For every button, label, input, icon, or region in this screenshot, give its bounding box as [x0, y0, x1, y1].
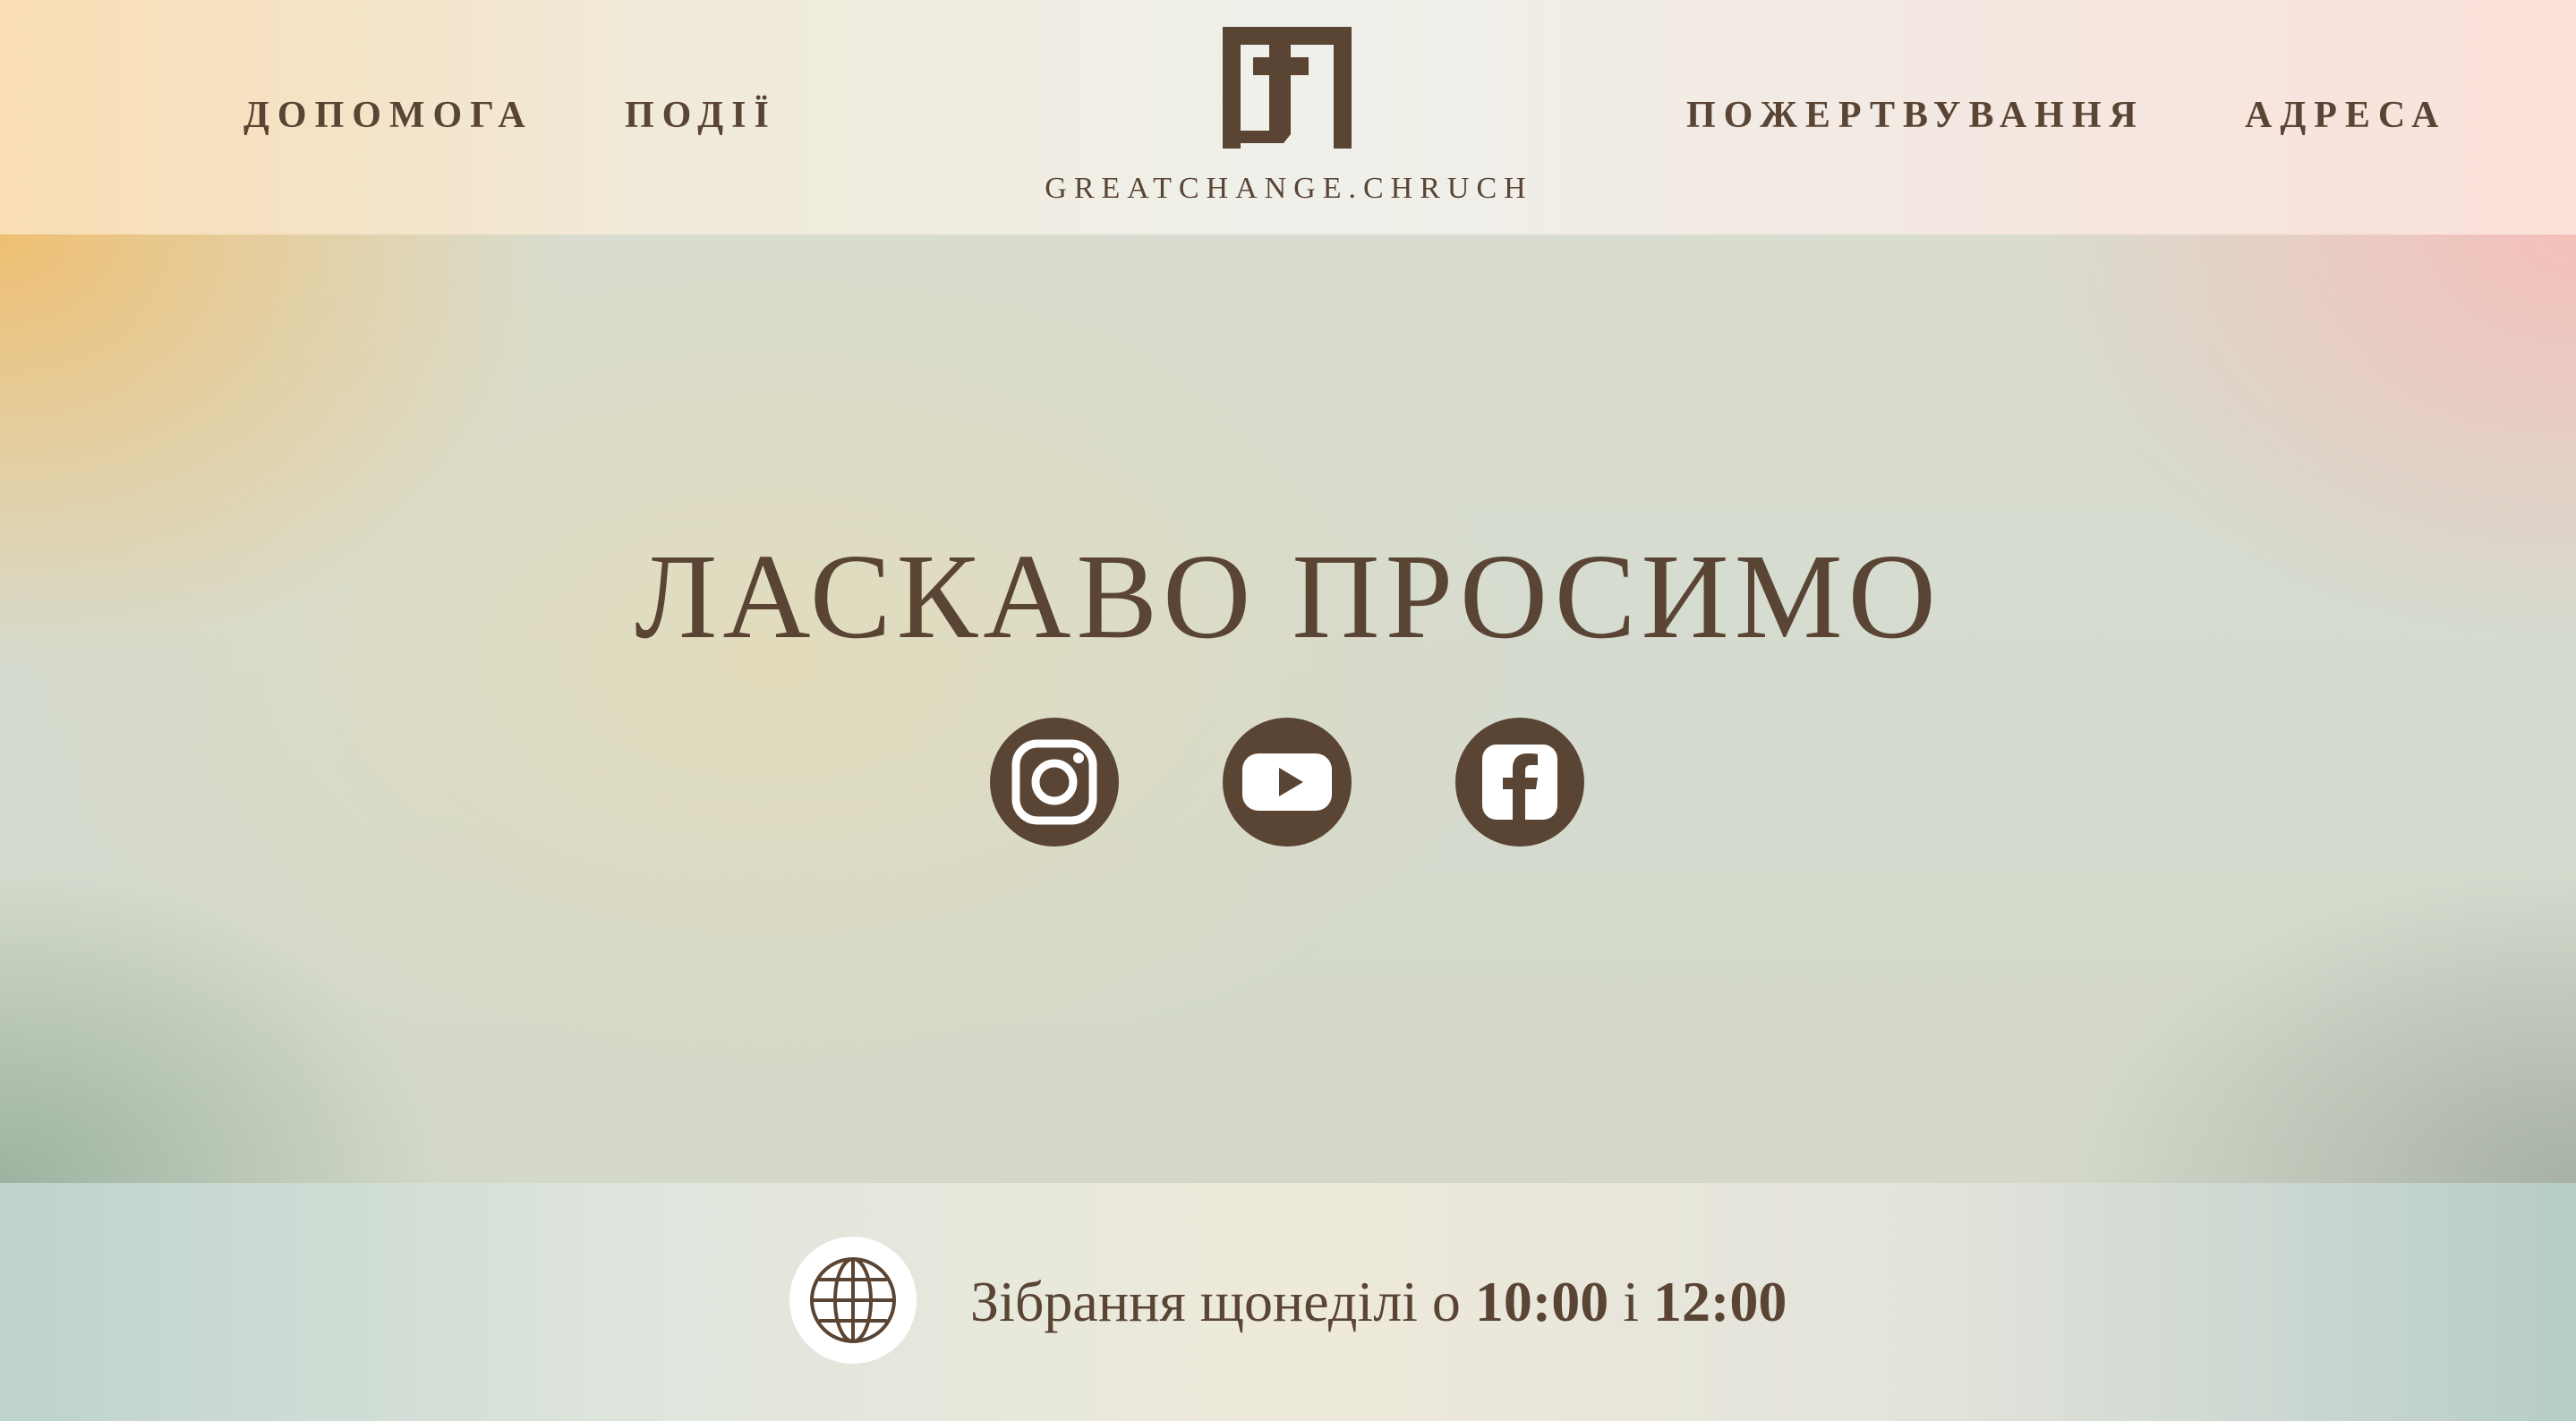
youtube-button[interactable] [1223, 718, 1352, 847]
hero-section: ЛАСКАВО ПРОСИМО [0, 234, 2576, 1183]
facebook-icon [1482, 745, 1557, 821]
church-logo-icon [1223, 27, 1352, 149]
instagram-icon [1011, 739, 1097, 825]
youtube-icon [1242, 753, 1332, 811]
nav-link-donations[interactable]: ПОЖЕРТВУВАННЯ [1686, 93, 2145, 138]
schedule-text: Зібрання щонеділі о [970, 1270, 1461, 1333]
globe-icon [810, 1257, 896, 1343]
site-footer: Зібрання щонеділі о 10:00 і 12:00 [0, 1183, 2576, 1421]
service-time-1: 10:00 [1474, 1270, 1609, 1333]
facebook-button[interactable] [1455, 718, 1584, 847]
service-time-2: 12:00 [1653, 1270, 1787, 1333]
site-header: ДОПОМОГА ПОДІЇ GREATCHANGE.CHRUCH ПОЖЕРТ… [0, 0, 2576, 234]
globe-badge [789, 1237, 917, 1364]
page: ДОПОМОГА ПОДІЇ GREATCHANGE.CHRUCH ПОЖЕРТ… [0, 0, 2576, 1421]
schedule-conjunction: і [1623, 1270, 1639, 1333]
service-schedule: Зібрання щонеділі о 10:00 і 12:00 [970, 1268, 1787, 1336]
nav-link-help[interactable]: ДОПОМОГА [243, 93, 533, 138]
logo-text: GREATCHANGE.CHRUCH [1045, 172, 1533, 205]
logo-link[interactable]: GREATCHANGE.CHRUCH [1011, 23, 1566, 211]
nav-link-address[interactable]: АДРЕСА [2245, 93, 2446, 138]
hero-title: ЛАСКАВО ПРОСИМО [635, 530, 1941, 664]
instagram-button[interactable] [990, 718, 1119, 847]
nav-link-events[interactable]: ПОДІЇ [625, 93, 777, 138]
